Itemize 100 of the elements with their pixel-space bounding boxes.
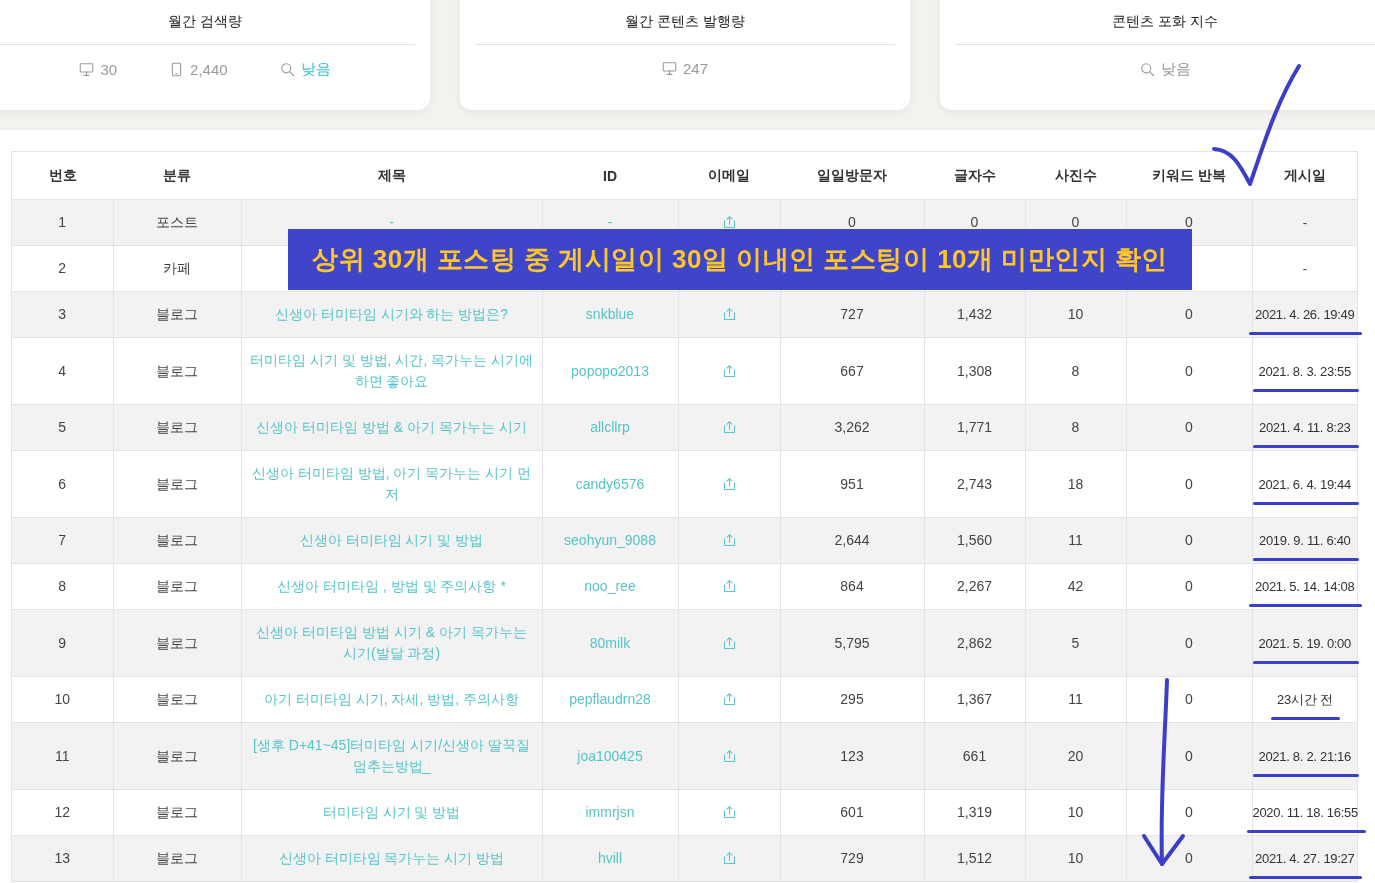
table-cell-text: 8 bbox=[58, 578, 67, 594]
table-cell-text: 0 bbox=[1185, 419, 1193, 435]
table-cell-text: 951 bbox=[840, 475, 864, 492]
search-icon bbox=[1139, 62, 1155, 77]
column-header: 이메일 bbox=[678, 151, 780, 200]
table-cell-text: 2,644 bbox=[834, 532, 870, 548]
table-cell-text: 3 bbox=[58, 306, 67, 322]
table-cell-text: 2019. 9. 11. 6:40 bbox=[1259, 530, 1351, 551]
table-cell-text: 123 bbox=[840, 747, 864, 764]
table-cell-text: 0 bbox=[1071, 214, 1080, 230]
table-cell-text: 블로그 bbox=[156, 362, 198, 379]
table-cell-text: 카페 bbox=[163, 260, 191, 276]
table-cell-text: 2021. 4. 26. 19:49 bbox=[1255, 304, 1355, 325]
table-cell-text: 0 bbox=[1185, 306, 1193, 322]
table-cell-text: 0 bbox=[1185, 634, 1193, 651]
table-cell-text: - bbox=[1302, 214, 1307, 232]
table-cell-text: 0 bbox=[1185, 850, 1193, 866]
annotation-banner: 상위 30개 포스팅 중 게시일이 30일 이내인 포스팅이 10개 미만인지 확인 bbox=[288, 229, 1192, 290]
table-cell-text: 4 bbox=[58, 362, 67, 379]
table-cell-text: 2021. 8. 3. 23:55 bbox=[1258, 360, 1351, 382]
table-cell-text: 블로그 bbox=[156, 850, 198, 866]
column-header: 일일방문자 bbox=[780, 151, 924, 200]
table-cell-text: 12 bbox=[54, 804, 71, 820]
table-cell-text: - bbox=[1302, 260, 1307, 278]
author-id-link[interactable]: hvill bbox=[597, 848, 623, 869]
author-id-link[interactable]: snkblue bbox=[585, 304, 635, 325]
table-cell-text: 0 bbox=[1185, 475, 1193, 492]
table-cell-text: 0 bbox=[970, 214, 979, 230]
column-header: 키워드 반복 bbox=[1126, 151, 1252, 200]
card-title: 콘텐츠 포화 지수 bbox=[955, 0, 1375, 45]
column-header: 제목 bbox=[241, 151, 542, 200]
table-cell-text: 1,560 bbox=[956, 532, 992, 548]
table-cell-text: 18 bbox=[1067, 475, 1084, 492]
table-cell-text: 667 bbox=[840, 362, 864, 379]
author-id-link[interactable]: 80milk bbox=[589, 632, 631, 654]
table-cell-text: 9 bbox=[58, 634, 67, 651]
table-cell-text: 포스트 bbox=[156, 214, 198, 230]
table-cell-text: 0 bbox=[848, 214, 856, 230]
table-cell-text: 23시간 전 bbox=[1277, 689, 1333, 710]
column-header: 사진수 bbox=[1025, 151, 1126, 200]
table-cell-text: 3,262 bbox=[834, 419, 870, 435]
table-cell-text: 11 bbox=[54, 747, 70, 764]
table-cell-text: 블로그 bbox=[156, 475, 198, 492]
table-cell-text: 2,267 bbox=[956, 578, 992, 594]
author-id-link[interactable]: immrjsn bbox=[585, 802, 635, 823]
table-cell-text: 11 bbox=[1068, 532, 1083, 548]
table-cell-text: 0 bbox=[1185, 214, 1193, 230]
author-id-link[interactable]: candy6576 bbox=[575, 473, 645, 495]
column-header: 글자수 bbox=[924, 151, 1025, 200]
table-cell-text: 661 bbox=[962, 747, 987, 764]
author-id-link[interactable]: noo_ree bbox=[584, 576, 636, 597]
table-cell-text: 2020. 11. 18. 16:55 bbox=[1252, 802, 1358, 823]
table-cell-text: 1,432 bbox=[956, 306, 992, 322]
table-cell-text: 8 bbox=[1071, 362, 1080, 379]
table-cell-text: 2021. 8. 2. 21:16 bbox=[1258, 745, 1351, 767]
table-cell-text: 864 bbox=[840, 578, 864, 594]
table-cell-text: 블로그 bbox=[156, 747, 198, 764]
table-cell-text: 1,771 bbox=[956, 419, 992, 435]
monitor-icon bbox=[79, 62, 95, 77]
share-icon[interactable] bbox=[721, 215, 737, 230]
table-cell-text: 0 bbox=[1185, 747, 1193, 764]
table-cell-text: 2021. 4. 27. 19:27 bbox=[1255, 848, 1355, 869]
table-cell-text: 10 bbox=[1067, 306, 1084, 322]
column-header: 게시일 bbox=[1252, 151, 1358, 200]
table-cell-text: 10 bbox=[1067, 850, 1084, 866]
table-cell-text: 0 bbox=[1185, 362, 1193, 379]
table-cell-text: 10 bbox=[1067, 804, 1084, 820]
column-header: 분류 bbox=[113, 151, 241, 200]
author-id-link[interactable]: allcllrp bbox=[590, 417, 630, 438]
stat-value: 30 bbox=[100, 61, 118, 78]
table-cell-text: 5,795 bbox=[834, 634, 870, 651]
stat-value: 낮음 bbox=[1160, 60, 1191, 79]
table-cell-text: 블로그 bbox=[156, 634, 198, 651]
table-cell-text: 20 bbox=[1067, 747, 1084, 764]
table-cell-text: 295 bbox=[840, 691, 864, 707]
table-cell-text: 11 bbox=[1068, 691, 1083, 707]
monitor-icon bbox=[662, 61, 677, 76]
table-cell-text: 2 bbox=[58, 260, 67, 276]
table-cell-text: 7 bbox=[58, 532, 67, 548]
table-cell-text: 0 bbox=[1185, 532, 1193, 548]
author-id-link[interactable]: joa100425 bbox=[577, 745, 643, 767]
table-cell-text: 6 bbox=[58, 475, 67, 492]
stat-value: 낮음 bbox=[300, 60, 331, 79]
author-id-link[interactable]: popopo2013 bbox=[571, 360, 649, 382]
column-header: 번호 bbox=[11, 151, 113, 200]
stat-value: 247 bbox=[683, 60, 708, 77]
table-cell-text: 1,319 bbox=[956, 804, 992, 820]
table-cell-text: 0 bbox=[1185, 578, 1193, 594]
table-cell-text: 0 bbox=[1185, 804, 1193, 820]
table-cell-text: 5 bbox=[58, 419, 67, 435]
table-cell-text: 2021. 6. 4. 19:44 bbox=[1258, 473, 1351, 495]
table-cell-text: 1 bbox=[58, 214, 67, 230]
table-cell-text: 1,308 bbox=[956, 362, 992, 379]
table-cell-text: 1,512 bbox=[956, 850, 992, 866]
table-cell-text: 8 bbox=[1071, 419, 1080, 435]
card-title: 월간 검색량 bbox=[0, 0, 415, 45]
table-cell-text: 2021. 5. 19. 0:00 bbox=[1258, 632, 1351, 654]
table-cell-text: 블로그 bbox=[156, 804, 198, 820]
table-cell-text: 블로그 bbox=[156, 532, 198, 548]
table-cell-text: 601 bbox=[840, 804, 864, 820]
